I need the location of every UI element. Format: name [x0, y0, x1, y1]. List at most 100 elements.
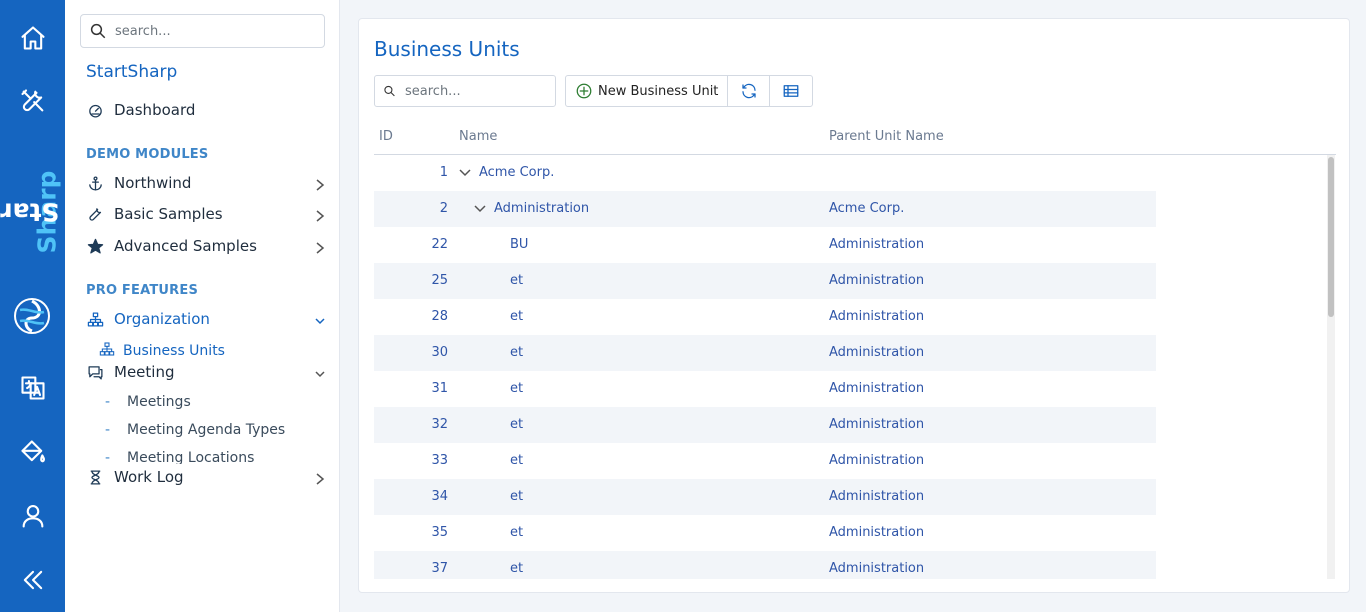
app-rail: StartSharp	[0, 0, 65, 612]
chevron-right-icon	[315, 471, 325, 485]
sidebar: StartSharp Dashboard DEMO MODULES Northw…	[65, 0, 340, 612]
grid-toolbar: New Business Unit	[374, 75, 814, 107]
sidebar-item-meeting[interactable]: Meeting	[86, 358, 331, 386]
cell-parent-unit-name: Administration	[829, 453, 925, 468]
cell-name-text: Acme Corp.	[479, 165, 555, 180]
sidebar-item-label: Northwind	[114, 174, 192, 192]
cell-name[interactable]: BU	[510, 237, 528, 252]
cell-name[interactable]: Acme Corp.	[459, 165, 554, 180]
business-units-grid: ID Name Parent Unit Name 1 Acme Corp. 2 Adm…	[374, 119, 1336, 579]
table-row[interactable]: 1 Acme Corp.	[374, 155, 1156, 191]
search-icon	[90, 23, 106, 39]
table-row[interactable]: 28 et Administration	[374, 299, 1156, 335]
cell-parent-unit-name: Acme Corp.	[829, 201, 905, 216]
column-header-id[interactable]: ID	[379, 129, 393, 144]
chevron-down-icon	[315, 366, 325, 378]
new-business-unit-label: New Business Unit	[598, 83, 719, 99]
sidebar-item-meeting-locations[interactable]: - Meeting Locations	[105, 447, 254, 464]
scrollbar-thumb[interactable]	[1328, 157, 1334, 317]
table-row[interactable]: 2 Administration Acme Corp.	[374, 191, 1156, 227]
sidebar-item-label: Meeting	[114, 363, 175, 381]
cell-name[interactable]: et	[510, 381, 523, 396]
cell-parent-unit-name: Administration	[829, 525, 925, 540]
chevron-right-icon	[315, 208, 325, 222]
sidebar-item-label: Meeting Agenda Types	[127, 422, 286, 438]
sidebar-item-label: Organization	[114, 310, 210, 328]
collapse-icon[interactable]	[0, 560, 65, 600]
cell-name[interactable]: et	[510, 345, 523, 360]
sidebar-item-basic-samples[interactable]: Basic Samples	[86, 200, 331, 228]
chat-icon	[87, 365, 103, 380]
cell-name[interactable]: et	[510, 417, 523, 432]
table-row[interactable]: 34 et Administration	[374, 479, 1156, 515]
tools-icon[interactable]	[0, 81, 65, 121]
cell-name-text: et	[510, 345, 524, 360]
table-icon	[784, 85, 799, 97]
table-row[interactable]: 25 et Administration	[374, 263, 1156, 299]
cell-id: 30	[431, 345, 448, 360]
sidebar-title[interactable]: StartSharp	[86, 62, 177, 82]
cell-name[interactable]: Administration	[474, 201, 589, 216]
chevron-down-icon[interactable]	[459, 166, 473, 180]
cell-id: 35	[431, 525, 448, 540]
table-row[interactable]: 32 et Administration	[374, 407, 1156, 443]
cell-id: 22	[431, 237, 448, 252]
cell-name-text: et	[510, 453, 524, 468]
chevron-down-icon	[315, 313, 325, 325]
cell-name[interactable]: et	[510, 489, 523, 504]
hourglass-icon	[90, 469, 100, 485]
cell-parent-unit-name: Administration	[829, 561, 925, 576]
sidebar-item-northwind[interactable]: Northwind	[86, 169, 331, 197]
table-row[interactable]: 35 et Administration	[374, 515, 1156, 551]
refresh-icon	[742, 83, 756, 99]
sidebar-item-label: Work Log	[114, 468, 184, 486]
sidebar-item-label: Business Units	[123, 343, 225, 359]
cell-name[interactable]: et	[510, 309, 523, 324]
paint-bucket-icon[interactable]	[0, 432, 65, 472]
cell-name[interactable]: et	[510, 561, 523, 576]
chevron-right-icon	[315, 240, 325, 254]
table-row[interactable]: 31 et Administration	[374, 371, 1156, 407]
chevron-right-icon	[315, 177, 325, 191]
table-row[interactable]: 33 et Administration	[374, 443, 1156, 479]
refresh-button[interactable]	[728, 76, 771, 106]
sidebar-item-work-log[interactable]: Work Log	[86, 463, 331, 491]
vertical-scrollbar[interactable]	[1327, 155, 1335, 579]
sidebar-search-input[interactable]	[115, 23, 315, 39]
cell-id: 28	[431, 309, 448, 324]
cell-name-text: et	[510, 381, 524, 396]
table-row[interactable]: 30 et Administration	[374, 335, 1156, 371]
sidebar-item-meetings[interactable]: - Meetings	[105, 391, 191, 413]
sidebar-item-dashboard[interactable]: Dashboard	[86, 96, 331, 124]
chevron-down-icon[interactable]	[474, 202, 488, 216]
cell-name[interactable]: et	[510, 453, 523, 468]
home-icon[interactable]	[0, 18, 65, 58]
cell-name[interactable]: et	[510, 525, 523, 540]
translate-icon[interactable]	[0, 368, 65, 408]
column-header-parent-unit-name[interactable]: Parent Unit Name	[829, 129, 944, 144]
cell-name-text: Administration	[494, 201, 590, 216]
cell-id: 33	[431, 453, 448, 468]
sidebar-item-label: Basic Samples	[114, 205, 223, 223]
sidebar-item-advanced-samples[interactable]: Advanced Samples	[86, 232, 331, 260]
column-header-name[interactable]: Name	[459, 129, 497, 144]
cell-id: 25	[431, 273, 448, 288]
table-row[interactable]: 22 BU Administration	[374, 227, 1156, 263]
cell-name[interactable]: et	[510, 273, 523, 288]
search-icon	[384, 85, 395, 97]
sidebar-item-organization[interactable]: Organization	[86, 305, 331, 333]
sidebar-item-label: Meeting Locations	[127, 450, 255, 464]
grid-search-input[interactable]	[405, 83, 555, 99]
grid-search[interactable]	[374, 75, 556, 107]
sidebar-search[interactable]	[80, 14, 325, 48]
cell-id: 37	[431, 561, 448, 576]
new-business-unit-button[interactable]: New Business Unit	[566, 76, 729, 106]
table-row[interactable]: 37 et Administration	[374, 551, 1156, 579]
user-icon[interactable]	[0, 496, 65, 536]
cell-parent-unit-name: Administration	[829, 309, 925, 324]
sidebar-item-meeting-agenda-types[interactable]: - Meeting Agenda Types	[105, 419, 285, 441]
cell-parent-unit-name: Administration	[829, 237, 925, 252]
cell-parent-unit-name: Administration	[829, 381, 925, 396]
column-picker-button[interactable]	[770, 76, 812, 106]
grid-header: ID Name Parent Unit Name	[374, 119, 1336, 155]
